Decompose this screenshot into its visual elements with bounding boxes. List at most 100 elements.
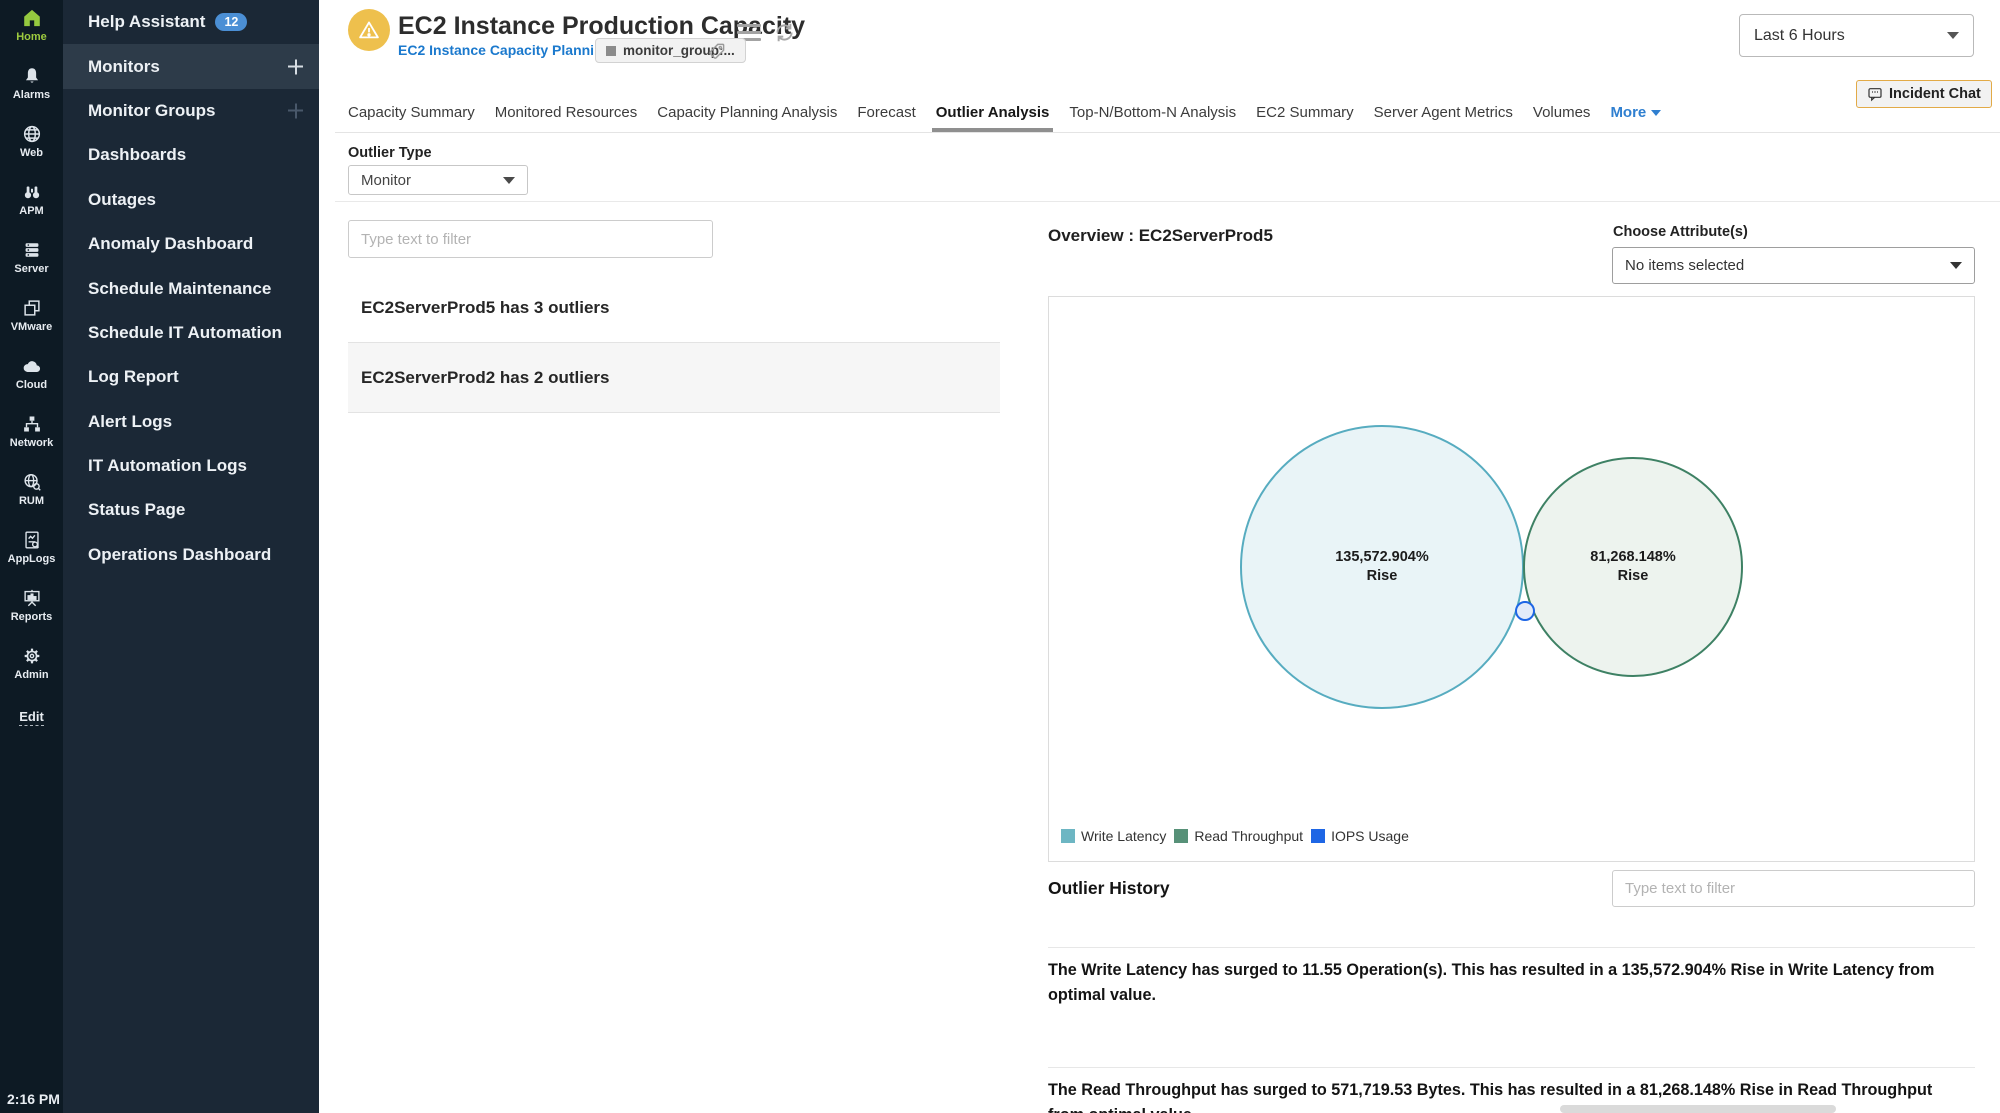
- refresh-icon[interactable]: [772, 20, 797, 50]
- rail-item-vmware[interactable]: VMware: [0, 290, 63, 348]
- rail-item-label: Admin: [14, 669, 48, 681]
- rail-item-home[interactable]: Home: [0, 0, 63, 58]
- tag-square-icon: [606, 46, 616, 56]
- rail-item-label: AppLogs: [8, 553, 56, 565]
- tab-ec2-summary[interactable]: EC2 Summary: [1256, 92, 1354, 132]
- sidebar-item-log-report[interactable]: Log Report: [63, 355, 319, 399]
- app-root: Home Alarms Web APM Server VMware Cloud: [0, 0, 2000, 1113]
- sidebar-item-monitors[interactable]: Monitors: [63, 44, 319, 88]
- help-assistant-label: Help Assistant: [88, 12, 205, 32]
- outlier-type-bar: Outlier Type Monitor: [335, 133, 2000, 202]
- chevron-down-icon: [1947, 32, 1959, 39]
- rail-item-label: Home: [16, 31, 47, 43]
- breadcrumb-link[interactable]: EC2 Instance Capacity Planning: [398, 42, 611, 58]
- tab-volumes[interactable]: Volumes: [1533, 92, 1591, 132]
- rail-item-rum[interactable]: RUM: [0, 464, 63, 522]
- divider: [1048, 947, 1975, 948]
- tab-outlier-analysis[interactable]: Outlier Analysis: [936, 92, 1050, 132]
- bell-icon: [21, 65, 43, 87]
- sidebar-item-label: Alert Logs: [88, 412, 172, 432]
- sidebar-item-label: Outages: [88, 190, 156, 210]
- plus-icon[interactable]: [288, 59, 303, 74]
- rum-icon: [21, 471, 43, 493]
- sidebar-item-anomaly-dashboard[interactable]: Anomaly Dashboard: [63, 222, 319, 266]
- outlier-history-filter-input[interactable]: [1612, 870, 1975, 907]
- sidebar-item-it-automation-logs[interactable]: IT Automation Logs: [63, 444, 319, 488]
- sidebar-item-label: Monitors: [88, 57, 160, 77]
- sidebar-item-label: Status Page: [88, 500, 185, 520]
- binoculars-icon: [21, 181, 43, 203]
- tab-server-agent-metrics[interactable]: Server Agent Metrics: [1374, 92, 1513, 132]
- history-entry-text: The Write Latency has surged to 11.55 Op…: [1048, 958, 1968, 1008]
- globe-icon: [21, 123, 43, 145]
- sidebar-item-label: Log Report: [88, 367, 179, 387]
- legend-label: IOPS Usage: [1331, 828, 1409, 844]
- rail-item-alarms[interactable]: Alarms: [0, 58, 63, 116]
- tab-capacity-planning-analysis[interactable]: Capacity Planning Analysis: [657, 92, 837, 132]
- rail-item-network[interactable]: Network: [0, 406, 63, 464]
- clock-time: 2:16 PM: [7, 1091, 60, 1107]
- rail-item-apm[interactable]: APM: [0, 174, 63, 232]
- sidebar-item-label: Schedule IT Automation: [88, 323, 282, 343]
- tab-top-n-bottom-n-analysis[interactable]: Top-N/Bottom-N Analysis: [1069, 92, 1236, 132]
- outlier-type-label: Outlier Type: [348, 145, 432, 161]
- sidebar-item-label: Anomaly Dashboard: [88, 234, 253, 254]
- tab-more[interactable]: More: [1610, 104, 1661, 121]
- sidebar-item-operations-dashboard[interactable]: Operations Dashboard: [63, 533, 319, 577]
- rail-item-edit[interactable]: Edit: [0, 696, 63, 754]
- sidebar-item-outages[interactable]: Outages: [63, 178, 319, 222]
- tab-capacity-summary[interactable]: Capacity Summary: [348, 92, 475, 132]
- sidebar-item-dashboards[interactable]: Dashboards: [63, 133, 319, 177]
- overview-title: Overview : EC2ServerProd5: [1048, 226, 1273, 246]
- tab-forecast[interactable]: Forecast: [857, 92, 915, 132]
- sidebar-item-schedule-maintenance[interactable]: Schedule Maintenance: [63, 266, 319, 310]
- cloud-icon: [21, 355, 43, 377]
- sidebar-item-status-page[interactable]: Status Page: [63, 488, 319, 532]
- rail-item-admin[interactable]: Admin: [0, 638, 63, 696]
- monitor-status-warning-icon: [348, 9, 390, 51]
- outlier-list-filter-input[interactable]: [348, 220, 713, 258]
- tab-bar: Capacity Summary Monitored Resources Cap…: [335, 92, 2000, 133]
- applogs-icon: [21, 529, 43, 551]
- bubble-rise-label: Rise: [1618, 567, 1649, 586]
- choose-attributes-dropdown[interactable]: No items selected: [1612, 247, 1975, 284]
- chart-legend: Write Latency Read Throughput IOPS Usage: [1061, 828, 1417, 844]
- outlier-list-item-ec2serverprod5[interactable]: EC2ServerProd5 has 3 outliers: [348, 273, 1000, 343]
- rail-item-applogs[interactable]: AppLogs: [0, 522, 63, 580]
- rail-item-label: Web: [20, 147, 43, 159]
- rail-item-cloud[interactable]: Cloud: [0, 348, 63, 406]
- chevron-down-icon: [1651, 110, 1661, 116]
- rail-item-server[interactable]: Server: [0, 232, 63, 290]
- legend-swatch-read-throughput: [1174, 829, 1188, 843]
- outlier-list-item-ec2serverprod2[interactable]: EC2ServerProd2 has 2 outliers: [348, 343, 1000, 413]
- sidebar-item-alert-logs[interactable]: Alert Logs: [63, 400, 319, 444]
- time-range-dropdown[interactable]: Last 6 Hours: [1739, 14, 1974, 57]
- choose-attributes-label: Choose Attribute(s): [1613, 224, 1748, 240]
- rail-item-reports[interactable]: Reports: [0, 580, 63, 638]
- plus-icon[interactable]: [288, 103, 303, 118]
- choose-attributes-value: No items selected: [1625, 257, 1744, 274]
- tag-icon[interactable]: [707, 42, 726, 66]
- bubble-write-latency[interactable]: 135,572.904% Rise: [1240, 425, 1524, 709]
- sidebar-item-schedule-it-automation[interactable]: Schedule IT Automation: [63, 311, 319, 355]
- rail-item-web[interactable]: Web: [0, 116, 63, 174]
- divider: [1048, 1067, 1975, 1068]
- outlier-type-value: Monitor: [361, 172, 411, 189]
- more-label: More: [1610, 104, 1646, 121]
- rail-item-label: Cloud: [16, 379, 47, 391]
- network-icon: [21, 413, 43, 435]
- bubble-read-throughput[interactable]: 81,268.148% Rise: [1523, 457, 1743, 677]
- rail-item-label: Server: [14, 263, 48, 275]
- icon-rail: Home Alarms Web APM Server VMware Cloud: [0, 0, 63, 1113]
- legend-label: Read Throughput: [1194, 828, 1303, 844]
- sidebar-item-label: Operations Dashboard: [88, 545, 271, 565]
- bubble-iops-usage[interactable]: [1515, 601, 1535, 621]
- horizontal-scrollbar-thumb[interactable]: [1560, 1105, 1836, 1113]
- outlier-history-title: Outlier History: [1048, 878, 1170, 899]
- tab-monitored-resources[interactable]: Monitored Resources: [495, 92, 638, 132]
- sidebar-item-help-assistant[interactable]: Help Assistant 12: [63, 0, 319, 44]
- outlier-type-dropdown[interactable]: Monitor: [348, 165, 528, 195]
- sidebar-item-label: IT Automation Logs: [88, 456, 247, 476]
- sidebar-item-monitor-groups[interactable]: Monitor Groups: [63, 89, 319, 133]
- time-range-value: Last 6 Hours: [1754, 27, 1845, 45]
